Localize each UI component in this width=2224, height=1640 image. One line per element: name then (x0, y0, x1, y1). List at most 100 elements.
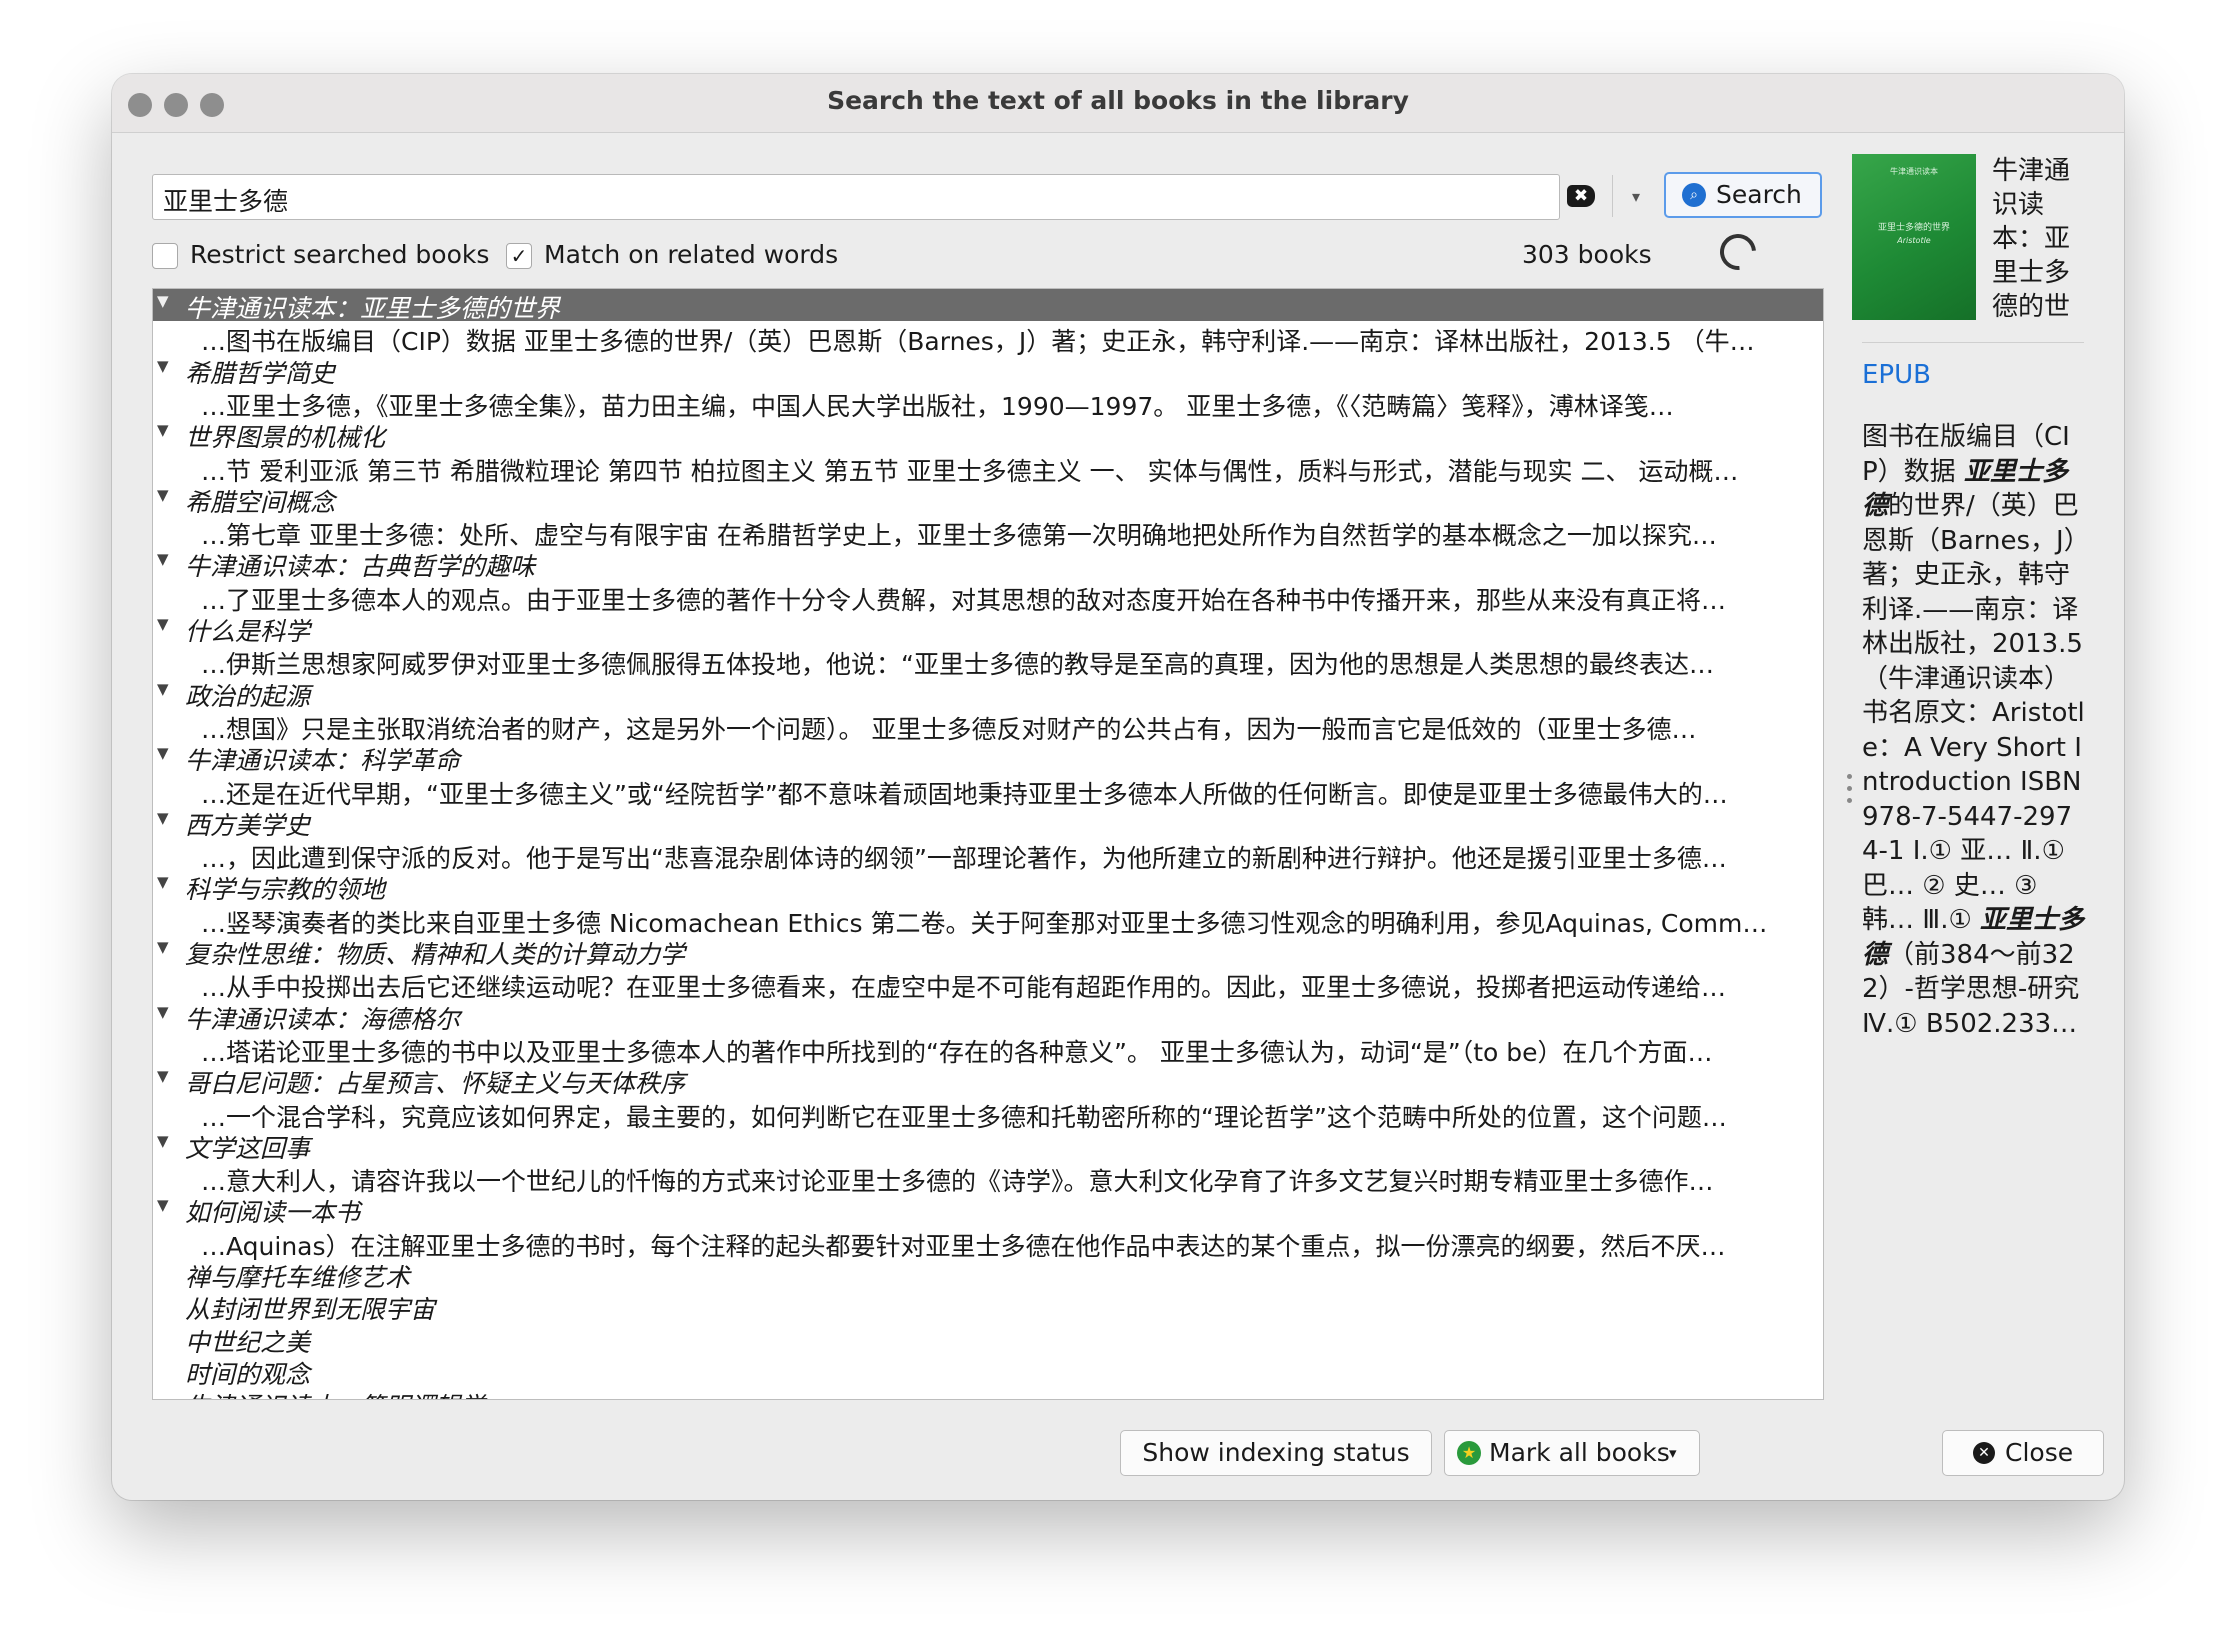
clear-search-icon[interactable]: ✖ (1567, 185, 1595, 207)
disclosure-triangle-icon[interactable]: ▼ (157, 1196, 169, 1214)
result-book-row[interactable]: ▼ 复杂性思维：物质、精神和人类的计算动力学 (153, 935, 1823, 969)
result-book-row[interactable]: 牛津通识读本：简明逻辑学 (153, 1387, 1823, 1399)
result-snippet-row[interactable]: …第七章 亚里士多德：处所、虚空与有限宇宙 在希腊哲学史上，亚里士多德第一次明确… (153, 515, 1823, 550)
search-button[interactable]: ⌕ Search (1664, 172, 1822, 218)
close-button[interactable]: ✕ Close (1942, 1430, 2104, 1476)
results-tree[interactable]: ▼ 牛津通识读本：亚里士多德的世界 …图书在版编目（CIP）数据 亚里士多德的世界/… (152, 288, 1824, 1400)
result-book-row[interactable]: ▼ 哥白尼问题：占星预言、怀疑主义与天体秩序 (153, 1064, 1823, 1098)
disclosure-triangle-icon[interactable]: ▼ (157, 744, 169, 762)
result-snippet-row[interactable]: …竖琴演奏者的类比来自亚里士多德 Nicomachean Ethics 第二卷。… (153, 903, 1823, 938)
result-snippet-row[interactable]: …想国》只是主张取消统治者的财产，这是另外一个问题）。 亚里士多德反对财产的公共… (153, 709, 1823, 744)
result-book-row[interactable]: ▼ 如何阅读一本书 (153, 1193, 1823, 1227)
disclosure-triangle-icon[interactable]: ▼ (157, 680, 169, 698)
book-format-link[interactable]: EPUB (1862, 360, 1931, 390)
search-query-text[interactable]: 亚里士多德 (163, 182, 288, 218)
disclosure-triangle-icon[interactable]: ▼ (157, 873, 169, 891)
result-snippet-row[interactable]: …还是在近代早期，“亚里士多德主义”或“经院哲学”都不意味着顽固地秉持亚里士多德… (153, 774, 1823, 809)
restrict-searched-books-label[interactable]: Restrict searched books (190, 240, 489, 269)
result-book-row[interactable]: ▼ 政治的起源 (153, 677, 1823, 711)
result-snippet-row[interactable]: …图书在版编目（CIP）数据 亚里士多德的世界/（英）巴恩斯（Barnes，J）… (153, 321, 1823, 356)
search-input[interactable]: 亚里士多德 (152, 174, 1560, 220)
result-book-row[interactable]: ▼ 牛津通识读本：古典哲学的趣味 (153, 547, 1823, 581)
mark-all-books-label: Mark all books (1489, 1438, 1670, 1467)
close-icon: ✕ (1973, 1442, 1995, 1464)
splitter-grip-dot (1847, 798, 1852, 803)
disclosure-triangle-icon[interactable]: ▼ (157, 615, 169, 633)
disclosure-triangle-icon[interactable]: ▼ (157, 1067, 169, 1085)
result-snippet-row[interactable]: …一个混合学科，究竟应该如何界定，最主要的，如何判断它在亚里士多德和托勒密所称的… (153, 1097, 1823, 1132)
result-book-title: 文学这回事 (185, 1133, 311, 1163)
chevron-down-icon: ▾ (1669, 1444, 1677, 1462)
disclosure-triangle-icon[interactable]: ▼ (157, 357, 169, 375)
disclosure-triangle-icon[interactable]: ▼ (157, 421, 169, 439)
result-book-title: 希腊哲学简史 (185, 358, 336, 388)
result-book-row[interactable]: 时间的观念 (153, 1355, 1823, 1389)
search-history-dropdown-icon[interactable]: ▾ (1621, 182, 1651, 212)
result-book-row[interactable]: ▼ 希腊空间概念 (153, 483, 1823, 517)
disclosure-triangle-icon[interactable]: ▼ (157, 550, 169, 568)
result-book-title: 哥白尼问题：占星预言、怀疑主义与天体秩序 (185, 1069, 686, 1099)
result-snippet-row[interactable]: …从手中投掷出去后它还继续运动呢？在亚里士多德看来，在虚空中是不可能有超距作用的… (153, 967, 1823, 1002)
window-title: Search the text of all books in the libr… (827, 86, 1409, 115)
result-book-title: 牛津通识读本：简明逻辑学 (185, 1387, 485, 1399)
result-snippet-row[interactable]: …亚里士多德，《亚里士多德全集》，苗力田主编，中国人民大学出版社，1990—19… (153, 386, 1823, 421)
details-divider (1862, 342, 2084, 343)
result-book-title: 时间的观念 (185, 1359, 311, 1389)
result-book-row[interactable]: ▼ 牛津通识读本：亚里士多德的世界 (153, 289, 1823, 323)
result-snippet-row[interactable]: …意大利人，请容许我以一个世纪儿的忏悔的方式来讨论亚里士多德的《诗学》。意大利文… (153, 1161, 1823, 1196)
panel-splitter[interactable] (1844, 194, 1847, 1494)
splitter-grip-dot (1847, 774, 1852, 779)
result-book-title: 世界图景的机械化 (185, 423, 386, 453)
result-book-title: 复杂性思维：物质、精神和人类的计算动力学 (185, 940, 686, 969)
result-book-row[interactable]: ▼ 世界图景的机械化 (153, 418, 1823, 452)
disclosure-triangle-icon[interactable]: ▼ (157, 1003, 169, 1021)
result-book-title: 中世纪之美 (185, 1327, 311, 1357)
result-book-row[interactable]: 从封闭世界到无限宇宙 (153, 1290, 1823, 1324)
close-button-label: Close (2005, 1438, 2074, 1467)
search-icon: ⌕ (1682, 183, 1706, 207)
result-book-row[interactable]: ▼ 什么是科学 (153, 612, 1823, 646)
mark-all-books-button[interactable]: ★ Mark all books ▾ (1444, 1430, 1700, 1476)
result-book-title: 从封闭世界到无限宇宙 (185, 1295, 436, 1325)
result-snippet-row[interactable]: …塔诺论亚里士多德的书中以及亚里士多德本人的著作中所找到的“存在的各种意义”。 … (153, 1032, 1823, 1067)
result-book-row[interactable]: ▼ 牛津通识读本：海德格尔 (153, 1000, 1823, 1034)
result-snippet-row[interactable]: …Aquinas）在注解亚里士多德的书时，每个注释的起头都要针对亚里士多德在他作… (153, 1226, 1823, 1261)
selected-book-title: 牛津通识读本：亚里士多德的世 (1992, 156, 2071, 322)
result-snippet-row[interactable]: …了亚里士多德本人的观点。由于亚里士多德的著作十分令人费解，对其思想的敌对态度开… (153, 580, 1823, 615)
dropdown-divider (1612, 175, 1613, 217)
snippet-text: （前384～前322）-哲学思想-研究 Ⅳ.① B502.233… (1862, 939, 2080, 1039)
match-related-words-label[interactable]: Match on related words (544, 240, 838, 269)
splitter-grip-dot (1847, 786, 1852, 791)
result-book-title: 牛津通识读本：亚里士多德的世界 (185, 294, 561, 323)
mark-star-icon: ★ (1457, 1441, 1481, 1465)
result-book-row[interactable]: ▼ 希腊哲学简史 (153, 354, 1823, 388)
result-snippet-row[interactable]: …节 爱利亚派 第三节 希腊微粒理论 第四节 柏拉图主义 第五节 亚里士多德主义… (153, 451, 1823, 486)
cover-series-text: 牛津通识读本 (1890, 167, 1938, 176)
restrict-searched-books-checkbox[interactable] (152, 243, 178, 269)
disclosure-triangle-icon[interactable]: ▼ (157, 292, 169, 310)
disclosure-triangle-icon[interactable]: ▼ (157, 938, 169, 956)
result-book-row[interactable]: ▼ 西方美学史 (153, 806, 1823, 840)
title-bar: Search the text of all books in the libr… (112, 74, 2124, 133)
search-window: Search the text of all books in the libr… (112, 74, 2124, 1500)
result-book-row[interactable]: ▼ 牛津通识读本：科学革命 (153, 741, 1823, 775)
show-indexing-status-button[interactable]: Show indexing status (1120, 1430, 1432, 1476)
result-snippet-row[interactable]: …伊斯兰思想家阿威罗伊对亚里士多德佩服得五体投地，他说：“亚里士多德的教导是至高… (153, 644, 1823, 679)
cover-title-text: 亚里士多德的世界 (1877, 223, 1950, 233)
result-book-title: 希腊空间概念 (185, 487, 336, 517)
result-book-title: 牛津通识读本：海德格尔 (185, 1004, 461, 1034)
result-book-title: 禅与摩托车维修艺术 (185, 1263, 411, 1292)
result-snippet-row[interactable]: …，因此遭到保守派的反对。他于是写出“悲喜混杂剧体诗的纲领”一部理论著作，为他所… (153, 838, 1823, 873)
result-book-row[interactable]: 禅与摩托车维修艺术 (153, 1258, 1823, 1292)
result-book-row[interactable]: 中世纪之美 (153, 1323, 1823, 1357)
result-book-row[interactable]: ▼ 科学与宗教的领地 (153, 870, 1823, 904)
match-related-words-checkbox[interactable]: ✓ (506, 243, 532, 269)
result-book-row[interactable]: ▼ 文学这回事 (153, 1129, 1823, 1163)
disclosure-triangle-icon[interactable]: ▼ (157, 1132, 169, 1150)
disclosure-triangle-icon[interactable]: ▼ (157, 486, 169, 504)
loading-spinner-icon (1712, 226, 1764, 278)
book-cover: 牛津通识读本 亚里士多德的世界 Aristotle (1852, 154, 1976, 320)
result-book-title: 西方美学史 (185, 810, 311, 840)
result-book-title: 科学与宗教的领地 (185, 875, 386, 905)
disclosure-triangle-icon[interactable]: ▼ (157, 809, 169, 827)
